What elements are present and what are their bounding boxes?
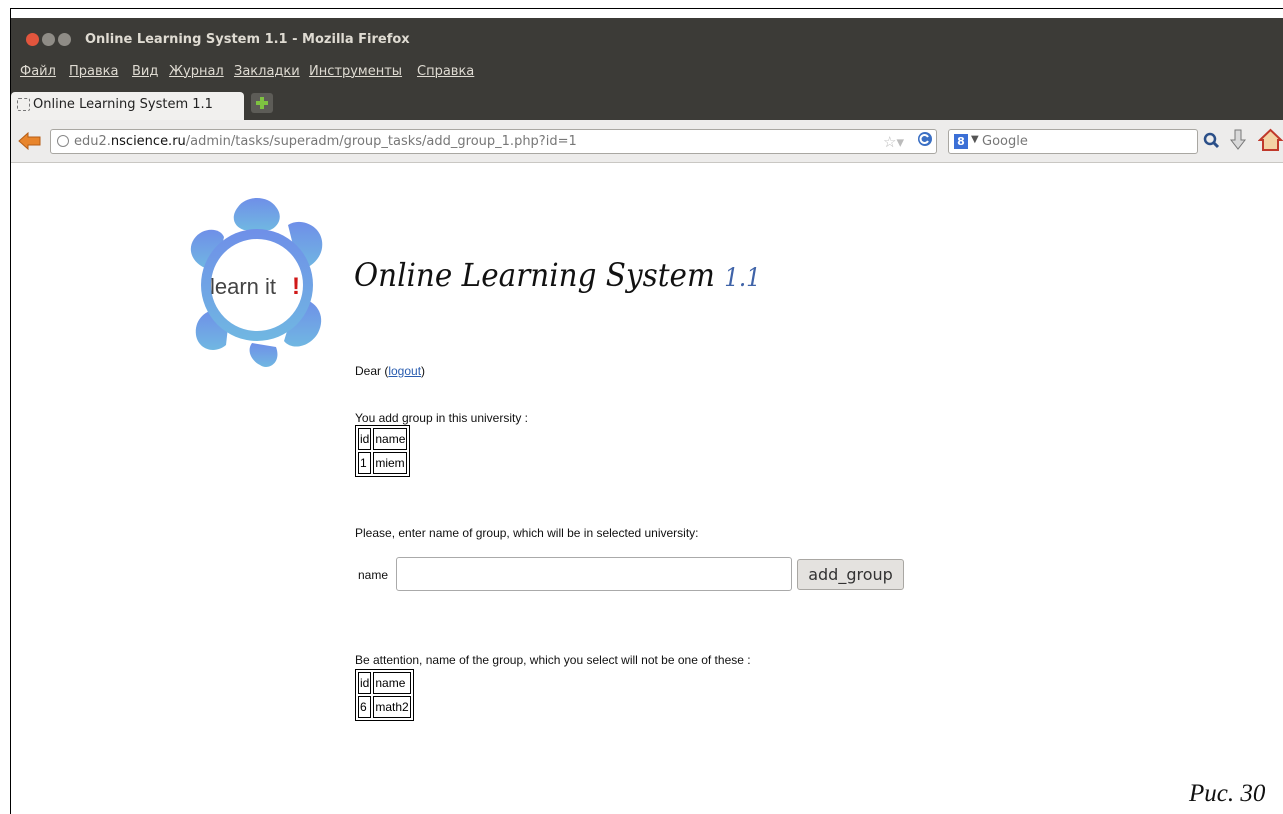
document-border: [10, 8, 1283, 814]
figure-caption: Рис. 30: [1189, 780, 1266, 807]
screenshot-frame: Online Learning System 1.1 - Mozilla Fir…: [0, 0, 1283, 814]
